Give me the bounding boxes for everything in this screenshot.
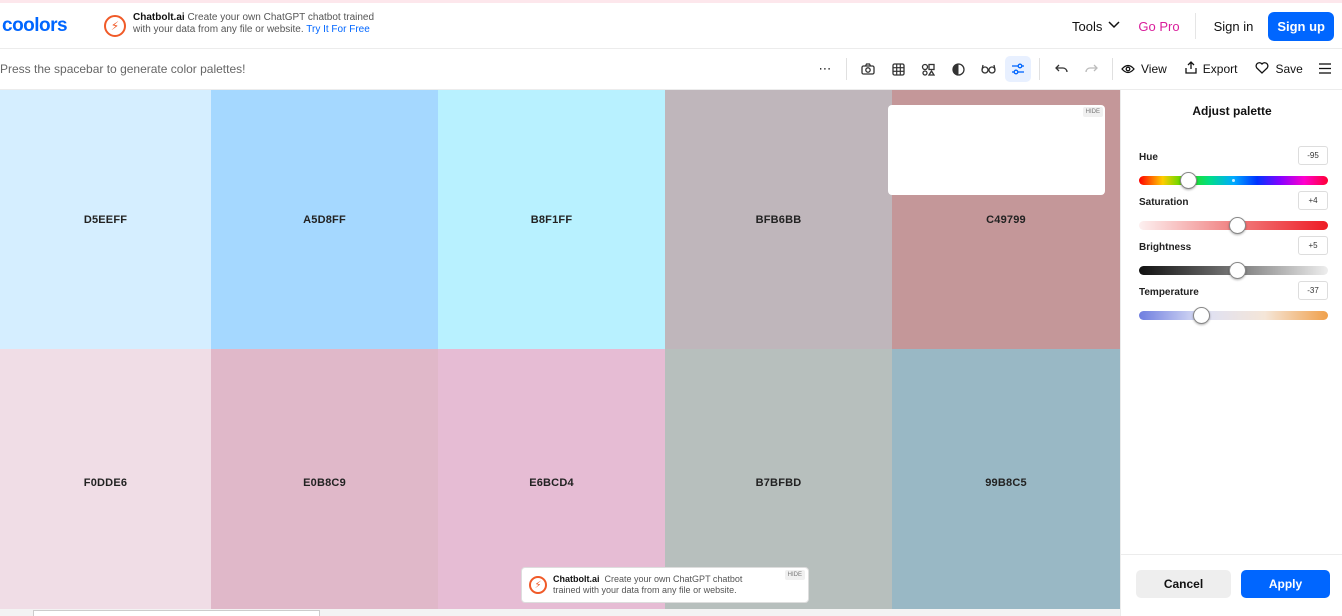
swatch-hex-label[interactable]: E6BCD4 <box>529 477 574 489</box>
temperature-slider-knob[interactable] <box>1192 307 1210 324</box>
horizontal-scrollbar-thumb[interactable] <box>33 610 320 616</box>
save-button[interactable]: Save <box>1255 61 1303 77</box>
chatbolt-logo-icon: ⚡ <box>529 576 547 594</box>
toolbar-divider <box>1039 58 1040 80</box>
hue-slider-block: Hue -95 <box>1139 146 1328 189</box>
save-label: Save <box>1275 62 1303 76</box>
saturation-slider-track[interactable] <box>1139 217 1328 234</box>
view-button[interactable]: View <box>1121 62 1167 77</box>
heart-icon <box>1255 61 1269 77</box>
color-swatch[interactable]: 99B8C5 <box>892 349 1120 616</box>
temperature-value-input[interactable]: -37 <box>1298 281 1328 300</box>
sign-in-link[interactable]: Sign in <box>1214 19 1254 34</box>
nav-divider <box>1194 13 1196 39</box>
cancel-button[interactable]: Cancel <box>1136 570 1231 598</box>
hue-slider-knob[interactable] <box>1179 172 1197 189</box>
ad-link[interactable]: Try It For Free <box>306 24 370 35</box>
brightness-slider-block: Brightness +5 <box>1139 236 1328 279</box>
header-nav: Tools Go Pro Sign in Sign up <box>1054 11 1334 41</box>
undo-icon[interactable] <box>1048 56 1074 82</box>
adjust-palette-panel: Adjust palette Hue -95 Saturation +4 Bri… <box>1120 90 1342 616</box>
shapes-icon[interactable] <box>915 56 941 82</box>
brightness-slider-knob[interactable] <box>1228 262 1246 279</box>
brightness-value-input[interactable]: +5 <box>1298 236 1328 255</box>
bottom-ad-brand: Chatbolt.ai <box>553 574 600 584</box>
glasses-icon[interactable] <box>975 56 1001 82</box>
color-swatch[interactable]: F0DDE6 <box>0 349 211 616</box>
swatch-hex-label[interactable]: E0B8C9 <box>303 477 346 489</box>
swatch-hex-label[interactable]: A5D8FF <box>303 214 346 226</box>
redo-icon[interactable] <box>1078 56 1104 82</box>
hue-value-input[interactable]: -95 <box>1298 146 1328 165</box>
more-options-icon[interactable]: ⋯ <box>812 56 838 82</box>
toolbar-icons: ⋯ View Export Save <box>812 56 1321 82</box>
ad-text-line1: Create your own ChatGPT chatbot trained <box>187 12 375 23</box>
color-swatch[interactable]: E0B8C9 <box>211 349 438 616</box>
panel-title: Adjust palette <box>1192 104 1272 118</box>
top-ad-box[interactable]: HIDE <box>888 105 1105 195</box>
saturation-slider-block: Saturation +4 <box>1139 191 1328 234</box>
chevron-down-icon <box>1108 20 1120 32</box>
bottom-ad-line1: Create your own ChatGPT chatbot <box>604 574 743 584</box>
grid-icon[interactable] <box>885 56 911 82</box>
adjust-icon[interactable] <box>1005 56 1031 82</box>
ad-text-line2: with your data from any file or website. <box>133 24 304 35</box>
sign-up-button[interactable]: Sign up <box>1268 11 1334 41</box>
saturation-slider-knob[interactable] <box>1228 217 1246 234</box>
chatbolt-logo-icon: ⚡ <box>104 15 126 37</box>
coolors-logo[interactable]: coolors <box>2 15 68 37</box>
swatch-hex-label[interactable]: F0DDE6 <box>84 477 127 489</box>
swatch-hex-label[interactable]: B7BFBD <box>756 477 802 489</box>
color-swatch[interactable]: D5EEFF <box>0 90 211 349</box>
bottom-ad[interactable]: ⚡ Chatbolt.ai Create your own ChatGPT ch… <box>521 567 809 603</box>
hamburger-menu-icon[interactable] <box>1318 61 1332 78</box>
toolbar: Press the spacebar to generate color pal… <box>0 49 1342 90</box>
tools-label: Tools <box>1072 18 1103 34</box>
header: coolors ⚡ Chatbolt.ai Create your own Ch… <box>0 3 1342 49</box>
view-label: View <box>1141 62 1167 76</box>
swatch-hex-label[interactable]: C49799 <box>986 214 1026 226</box>
header-ad-text: Chatbolt.ai Create your own ChatGPT chat… <box>133 12 378 36</box>
temperature-slider-track[interactable] <box>1139 307 1328 324</box>
toolbar-divider <box>846 58 847 80</box>
share-icon <box>1185 61 1197 77</box>
contrast-icon[interactable] <box>945 56 971 82</box>
hide-ad-button[interactable]: HIDE <box>1082 107 1103 117</box>
ad-brand: Chatbolt.ai <box>133 12 185 23</box>
toolbar-divider <box>1112 58 1113 80</box>
apply-button[interactable]: Apply <box>1241 570 1330 598</box>
go-pro-link[interactable]: Go Pro <box>1138 19 1179 34</box>
swatch-hex-label[interactable]: 99B8C5 <box>985 477 1027 489</box>
swatch-hex-label[interactable]: BFB6BB <box>756 214 802 226</box>
saturation-value-input[interactable]: +4 <box>1298 191 1328 210</box>
hue-slider-track[interactable] <box>1139 172 1328 189</box>
brightness-slider-track[interactable] <box>1139 262 1328 279</box>
bottom-ad-line2: trained with your data from any file or … <box>553 585 737 595</box>
color-swatch[interactable]: BFB6BB <box>665 90 892 349</box>
hue-default-marker <box>1232 179 1235 182</box>
camera-icon[interactable] <box>855 56 881 82</box>
swatch-hex-label[interactable]: B8F1FF <box>531 214 573 226</box>
color-swatch[interactable]: B8F1FF <box>438 90 665 349</box>
hide-bottom-ad-button[interactable]: HIDE <box>784 570 805 580</box>
eye-icon <box>1121 62 1135 77</box>
temperature-slider-block: Temperature -37 <box>1139 281 1328 324</box>
export-button[interactable]: Export <box>1185 61 1238 77</box>
header-ad[interactable]: ⚡ Chatbolt.ai Create your own ChatGPT ch… <box>104 12 378 37</box>
spacebar-hint: Press the spacebar to generate color pal… <box>0 62 246 76</box>
panel-footer: Cancel Apply <box>1121 554 1342 616</box>
export-label: Export <box>1202 62 1238 76</box>
tools-menu[interactable]: Tools <box>1072 19 1120 34</box>
color-swatch[interactable]: A5D8FF <box>211 90 438 349</box>
bottom-ad-text: Chatbolt.ai Create your own ChatGPT chat… <box>553 574 742 596</box>
swatch-hex-label[interactable]: D5EEFF <box>84 214 127 226</box>
